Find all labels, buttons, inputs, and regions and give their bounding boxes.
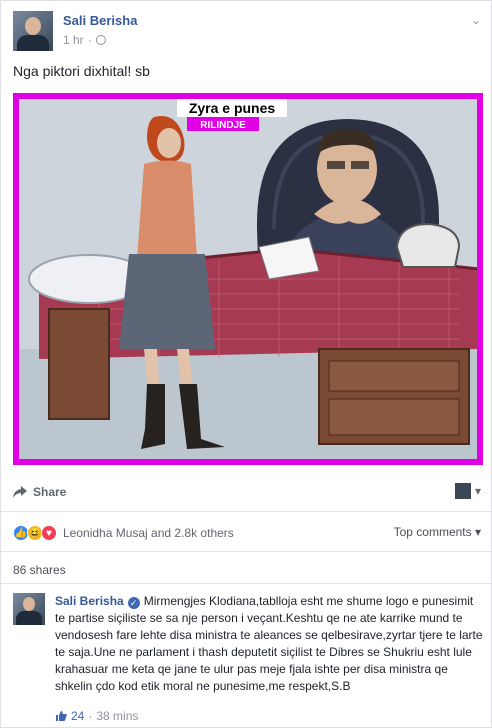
- comment-text: Mirmengjes Klodiana,tablloja esht me shu…: [55, 594, 483, 693]
- globe-icon: [95, 35, 106, 45]
- share-label: Share: [33, 485, 67, 499]
- meta-separator: ·: [88, 709, 93, 723]
- divider: [1, 511, 491, 512]
- author-avatar[interactable]: [13, 11, 53, 51]
- meta-separator: ·: [87, 33, 92, 47]
- top-comments-dropdown[interactable]: Top comments ▾: [394, 525, 481, 539]
- reactions-bar: 👍 😆 ♥ Leonidha Musaj and 2.8k others Top…: [13, 523, 481, 543]
- avatar-suit: [16, 611, 42, 625]
- post-header: Sali Berisha 1 hr · ⌄: [13, 11, 481, 53]
- reactions-summary[interactable]: Leonidha Musaj and 2.8k others: [63, 526, 234, 540]
- chevron-down-icon[interactable]: ⌄: [471, 13, 481, 27]
- shares-count[interactable]: 86 shares: [13, 563, 66, 577]
- cartoon-svg: Zyra e punes RILINDJE: [19, 99, 477, 459]
- profile-switcher[interactable]: ▾: [454, 483, 481, 499]
- cartoon-illustration: Zyra e punes RILINDJE: [19, 99, 477, 459]
- share-arrow-icon: [13, 486, 27, 498]
- caret-icon: ▾: [474, 525, 481, 539]
- post-author-name[interactable]: Sali Berisha: [63, 13, 137, 28]
- love-icon[interactable]: ♥: [41, 525, 57, 541]
- avatar-face: [23, 597, 35, 611]
- action-bar: Share ▾: [13, 479, 481, 507]
- comment-avatar[interactable]: [13, 593, 45, 625]
- comment-author[interactable]: Sali Berisha: [55, 594, 124, 608]
- image-caption-sub: RILINDJE: [200, 120, 246, 131]
- divider: [1, 551, 491, 552]
- top-comments-label: Top comments: [393, 525, 472, 539]
- avatar-suit: [17, 35, 49, 51]
- comment-timestamp[interactable]: 38 mins: [96, 709, 138, 723]
- avatar-face: [25, 17, 41, 35]
- comment-body: Sali Berisha ✓ Mirmengjes Klodiana,tablloj…: [55, 593, 483, 695]
- post-meta: 1 hr ·: [63, 33, 106, 47]
- post-image[interactable]: Zyra e punes RILINDJE: [13, 93, 483, 465]
- verified-badge-icon: ✓: [127, 597, 140, 609]
- divider: [1, 583, 491, 584]
- post-timestamp[interactable]: 1 hr: [63, 33, 84, 47]
- mini-avatar: [454, 483, 471, 499]
- post-card: Sali Berisha 1 hr · ⌄ Nga piktori dixhit…: [0, 0, 492, 728]
- caret-down-icon: ▾: [474, 484, 481, 498]
- thumbs-up-icon: [56, 711, 67, 721]
- share-button[interactable]: Share: [13, 485, 66, 499]
- post-text: Nga piktori dixhital! sb: [13, 63, 150, 79]
- image-caption-title: Zyra e punes: [189, 100, 276, 116]
- comment-like-count[interactable]: 24: [71, 709, 84, 723]
- comment-meta: 24 · 38 mins: [55, 709, 138, 723]
